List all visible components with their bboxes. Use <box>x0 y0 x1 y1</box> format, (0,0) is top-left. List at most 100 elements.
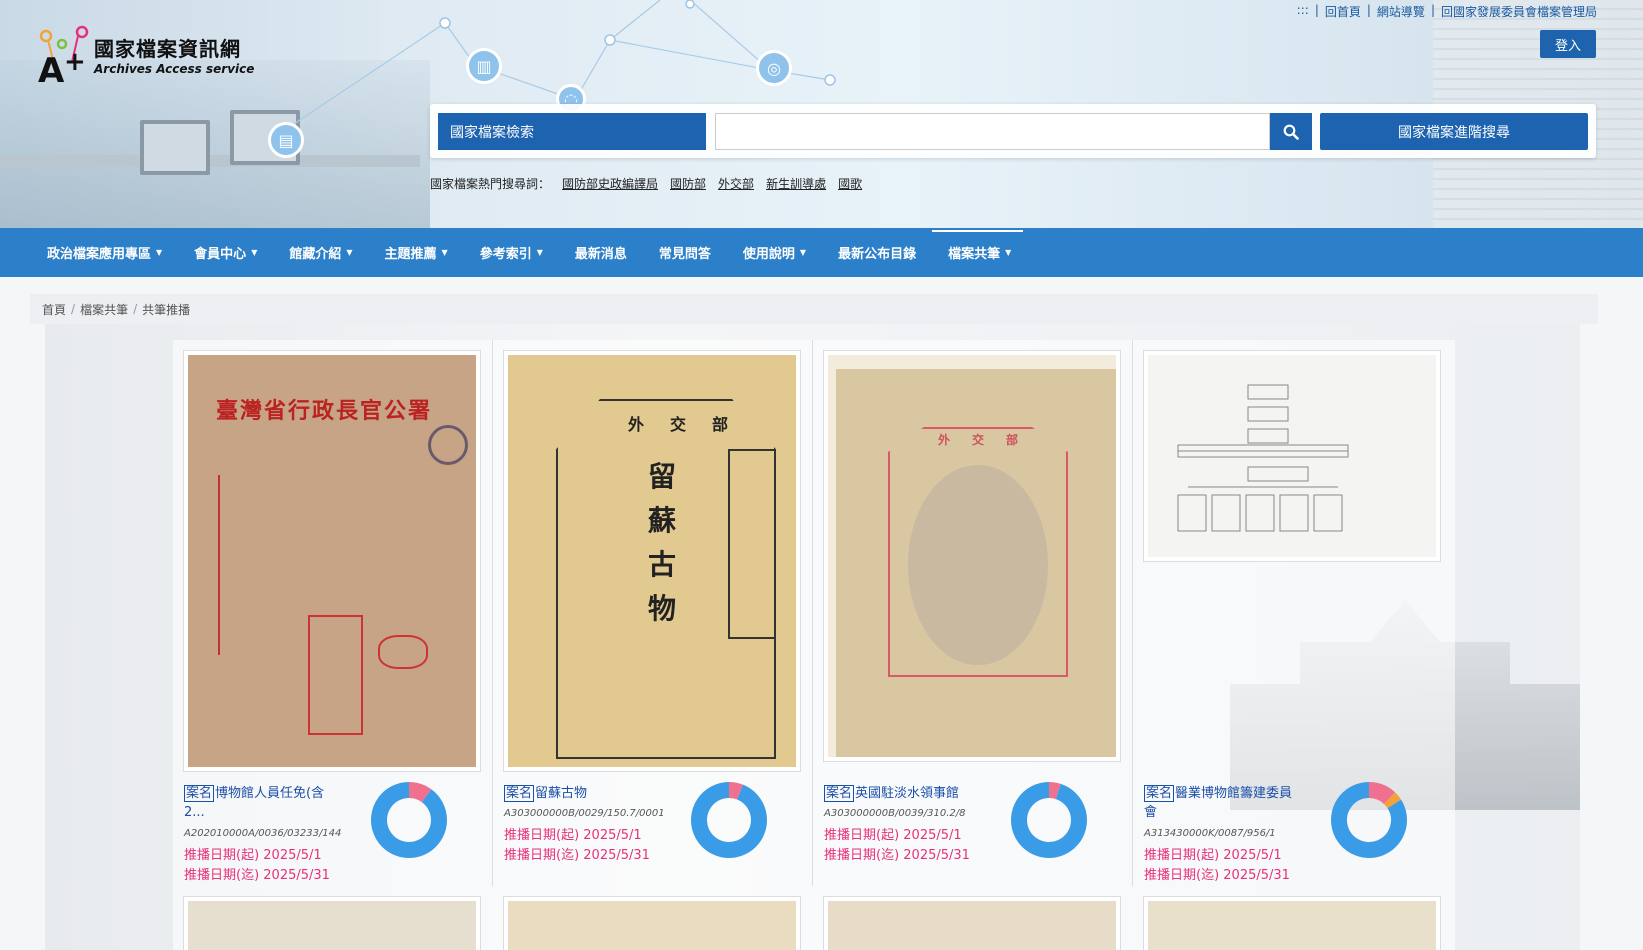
nav-item-political-archives[interactable]: 政治檔案應用專區 ▼ <box>47 228 162 277</box>
case-name-tag: 案名 <box>184 785 215 802</box>
nav-item-co-writing[interactable]: 檔案共筆 ▼ <box>932 228 1024 277</box>
red-grid-box <box>308 615 363 735</box>
push-end-date: 推播日期(迄) 2025/5/31 <box>184 868 330 883</box>
doc-handwriting: 留蘇古物 <box>648 460 677 625</box>
rating-donut-chart <box>1331 782 1407 858</box>
donut-segment-main <box>1011 782 1087 858</box>
nav-item-news[interactable]: 最新消息 <box>575 228 627 277</box>
archives-bureau-link[interactable]: 回國家發展委員會檔案管理局 <box>1441 3 1597 20</box>
nav-label: 檔案共筆 <box>948 247 1001 262</box>
chevron-down-icon: ▼ <box>251 248 258 257</box>
chevron-down-icon: ▼ <box>156 248 163 257</box>
archive-thumbnail[interactable] <box>823 896 1121 950</box>
case-name-tag: 案名 <box>824 785 855 802</box>
recommendation-grid: 臺灣省行政長官公署 案名 博物館人員任免(含 2... A202010000A/00… <box>173 340 1455 950</box>
archive-thumbnail[interactable]: 臺灣省行政長官公署 <box>183 350 481 772</box>
hot-search-terms: 國家檔案熱門搜尋詞： 國防部史政編譯局 國防部 外交部 新生訓導處 國歌 <box>430 175 862 192</box>
card-title-text: 2... <box>184 805 205 820</box>
card-title[interactable]: 案名 博物館人員任免(含 2... <box>184 784 344 822</box>
svg-text:+: + <box>64 47 86 77</box>
sitemap-link[interactable]: 網站導覽 <box>1377 3 1425 20</box>
archive-thumbnail[interactable] <box>1143 896 1441 950</box>
search-button[interactable] <box>1270 113 1312 150</box>
breadcrumb-separator: / <box>71 302 76 316</box>
breadcrumb: 首頁 / 檔案共筆 / 共筆推播 <box>30 294 1598 324</box>
donut-segment-accent <box>408 782 432 803</box>
breadcrumb-separator: / <box>133 302 138 316</box>
hot-term-link[interactable]: 外交部 <box>718 175 754 192</box>
site-name-en: Archives Access service <box>94 61 255 76</box>
site-logo[interactable]: A + 國家檔案資訊網 Archives Access service <box>38 24 254 84</box>
card-title[interactable]: 案名 醫業博物館籌建委員會 <box>1144 784 1304 822</box>
site-header: ▥ ◎ ▤ ◌ A + 國家檔案資訊網 Archives Access serv… <box>0 0 1643 228</box>
nav-label: 參考索引 <box>479 247 532 262</box>
archive-thumbnail[interactable]: 外交部 留蘇古物 <box>503 350 801 772</box>
nav-label: 政治檔案應用專區 <box>47 247 152 262</box>
accesskey-link[interactable]: ::: <box>1297 3 1309 20</box>
separator: | <box>1366 3 1371 17</box>
advanced-search-button[interactable]: 國家檔案進階搜尋 <box>1320 113 1588 150</box>
doc-header-text: 臺灣省行政長官公署 <box>216 398 433 424</box>
push-start-date: 推播日期(起) 2025/5/1 <box>1144 848 1282 863</box>
svg-text:A: A <box>38 51 65 84</box>
chevron-down-icon: ▼ <box>799 248 807 257</box>
nav-item-collection[interactable]: 館藏介紹 ▼ <box>289 228 352 277</box>
push-end-date: 推播日期(迄) 2025/5/31 <box>1144 868 1290 883</box>
donut-segment-accent2 <box>1383 792 1402 809</box>
nav-item-guide[interactable]: 使用說明 ▼ <box>743 228 806 277</box>
doc-header-text: 外交部 <box>628 415 755 434</box>
nav-label: 最新消息 <box>574 247 627 262</box>
archive-code: A202010000A/0036/03233/144 <box>184 828 342 839</box>
top-links: ::: | 回首頁 | 網站導覽 | 回國家發展委員會檔案管理局 <box>1297 3 1597 20</box>
donut-segment-main <box>371 782 447 858</box>
card-title-text: 會 <box>1144 805 1158 820</box>
separator: | <box>1314 3 1319 17</box>
donut-segment-main <box>691 782 767 858</box>
search-input[interactable] <box>715 113 1270 150</box>
hot-search-label: 國家檔案熱門搜尋詞： <box>430 177 551 191</box>
push-start-date: 推播日期(起) 2025/5/1 <box>184 848 322 863</box>
hot-term-link[interactable]: 國歌 <box>838 175 862 192</box>
nav-item-latest-catalog[interactable]: 最新公布目錄 <box>838 228 916 277</box>
breadcrumb-home[interactable]: 首頁 <box>42 301 66 318</box>
login-button[interactable]: 登入 <box>1540 30 1596 58</box>
nav-label: 會員中心 <box>194 247 247 262</box>
hot-term-link[interactable]: 國防部史政編譯局 <box>562 175 658 192</box>
nav-label: 使用說明 <box>742 247 795 262</box>
header-monitor-shape <box>140 120 210 175</box>
archive-thumbnail[interactable] <box>183 896 481 950</box>
rating-donut-chart <box>371 782 447 858</box>
nav-item-reference[interactable]: 參考索引 ▼ <box>480 228 543 277</box>
nav-item-member-center[interactable]: 會員中心 ▼ <box>194 228 257 277</box>
case-name-tag: 案名 <box>1144 785 1175 802</box>
breadcrumb-co-writing[interactable]: 檔案共筆 <box>80 301 128 318</box>
search-icon <box>1283 124 1299 140</box>
card-title[interactable]: 案名 留蘇古物 <box>504 784 664 803</box>
watermark-seal <box>908 465 1048 665</box>
hot-term-link[interactable]: 新生訓導處 <box>766 175 826 192</box>
donut-segment-accent <box>728 782 743 800</box>
archive-code: A303000000B/0039/310.2/8 <box>824 808 966 819</box>
chevron-down-icon: ▼ <box>1005 248 1012 257</box>
card-title-text: 留蘇古物 <box>535 786 588 801</box>
nav-label: 常見問答 <box>658 247 711 262</box>
header-desk-shape <box>0 155 420 167</box>
nav-item-topics[interactable]: 主題推薦 ▼ <box>385 228 448 277</box>
archive-thumbnail[interactable] <box>1143 350 1441 562</box>
logo-icon: A + <box>38 25 89 84</box>
push-end-date: 推播日期(迄) 2025/5/31 <box>504 848 650 863</box>
rating-donut-chart <box>1011 782 1087 858</box>
push-end-date: 推播日期(迄) 2025/5/31 <box>824 848 970 863</box>
nav-item-faq[interactable]: 常見問答 <box>659 228 711 277</box>
home-link[interactable]: 回首頁 <box>1325 3 1361 20</box>
search-type-select[interactable]: 國家檔案檢索 <box>438 113 706 150</box>
archive-thumbnail[interactable]: 外交部 <box>823 350 1121 762</box>
hot-term-link[interactable]: 國防部 <box>670 175 706 192</box>
chevron-down-icon: ▼ <box>536 248 543 257</box>
card-title-text: 博物館人員任免(含 <box>215 786 325 801</box>
globe-icon: ◎ <box>756 50 792 86</box>
card-title[interactable]: 案名 英國駐淡水領事館 <box>824 784 984 803</box>
archive-thumbnail[interactable] <box>503 896 801 950</box>
card-title-text: 英國駐淡水領事館 <box>855 786 960 801</box>
org-chart-drawing <box>1177 384 1349 532</box>
